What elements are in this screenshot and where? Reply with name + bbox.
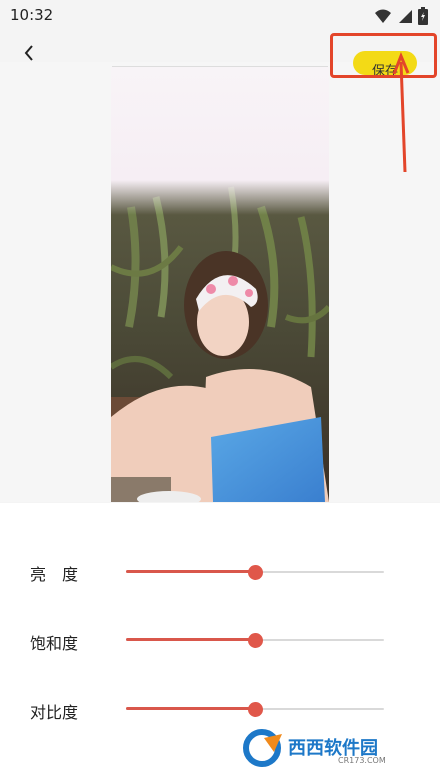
wifi-icon [374,9,391,23]
slider-thumb[interactable] [248,565,263,580]
status-bar: 10:32 [0,0,440,30]
slider-thumb[interactable] [248,702,263,717]
slider-fill [126,570,255,573]
saturation-slider[interactable] [126,631,384,649]
saturation-label: 饱和度 [30,634,79,653]
slider-thumb[interactable] [248,633,263,648]
contrast-label: 对比度 [30,703,79,722]
watermark-logo: 西西软件园 CR173.COM [240,726,430,772]
status-time: 10:32 [10,6,54,24]
back-arrow-icon[interactable] [22,44,38,62]
slider-fill [126,638,255,641]
brightness-label: 亮 度 [30,565,79,584]
watermark-sub: CR173.COM [338,756,386,765]
pointer-arrow-icon [392,52,410,173]
status-icons [374,5,428,25]
slider-fill [126,707,255,710]
brightness-slider[interactable] [126,563,384,581]
save-highlight-box [330,33,437,78]
signal-icon [398,9,412,23]
watermark-icon [243,729,282,767]
contrast-slider[interactable] [126,700,384,718]
battery-icon [418,6,428,25]
preview-photo [111,67,329,502]
